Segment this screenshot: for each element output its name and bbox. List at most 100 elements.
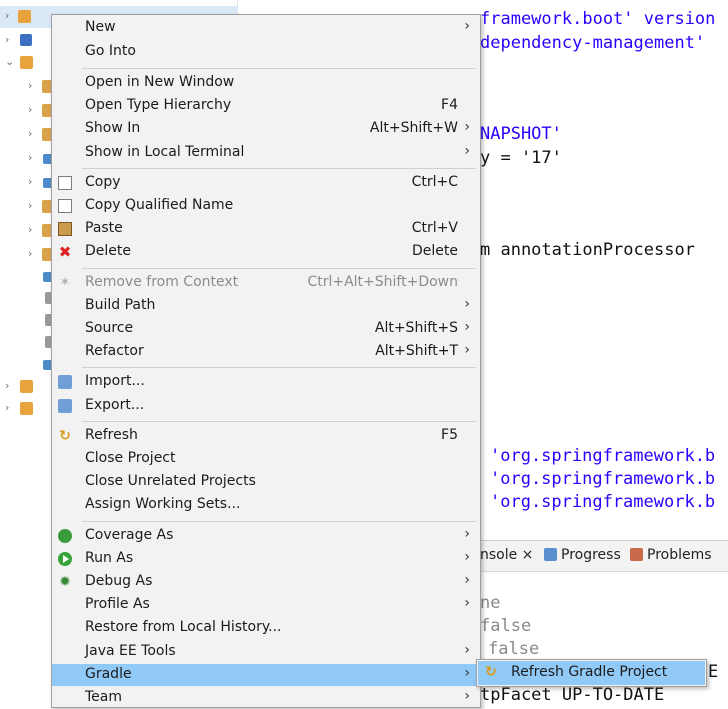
menu-separator [82, 68, 476, 69]
menu-item-shortcut: Delete [412, 243, 458, 260]
expand-arrow-icon[interactable]: › [5, 9, 9, 22]
menu-item-label: Paste [85, 220, 123, 237]
menu-item-open-type-hierarchy[interactable]: Open Type Hierarchy F4 [52, 95, 480, 117]
menu-item-label: Copy [85, 173, 121, 190]
menu-item-gradle[interactable]: Gradle › [52, 663, 480, 686]
expand-arrow-icon[interactable]: › [5, 379, 9, 392]
expand-arrow-icon[interactable]: › [5, 401, 9, 414]
menu-item-show-in[interactable]: Show In Alt+Shift+W › [52, 118, 480, 140]
code-line: 'org.springframework.b [490, 492, 716, 512]
expand-arrow-icon[interactable]: › [28, 175, 32, 188]
menu-item-restore-from-local-history[interactable]: Restore from Local History... [52, 617, 480, 639]
menu-item-label: Build Path [85, 296, 156, 313]
expand-arrow-icon[interactable]: › [28, 127, 32, 140]
menu-item-paste[interactable]: Paste Ctrl+V [52, 218, 480, 240]
expand-arrow-icon[interactable]: › [28, 247, 32, 260]
code-line: dependency-management' [480, 33, 706, 53]
menu-item-shortcut: Alt+Shift+S [374, 320, 458, 336]
menu-item-label: Refactor [85, 343, 144, 360]
menu-item-export[interactable]: Export... [52, 395, 480, 417]
menu-item-remove-from-context: ✶ Remove from Context Ctrl+Alt+Shift+Down [52, 272, 480, 294]
expand-arrow-icon[interactable]: › [28, 199, 32, 212]
menu-item-build-path[interactable]: Build Path › [52, 295, 480, 317]
expand-arrow-icon[interactable]: › [28, 79, 32, 92]
menu-item-copy[interactable]: Copy Ctrl+C [52, 172, 480, 194]
menu-item-label: Refresh [85, 426, 138, 443]
menu-item-debug-as[interactable]: ✹ Debug As › [52, 571, 480, 593]
submenu-arrow-icon: › [464, 119, 470, 136]
menu-item-import[interactable]: Import... [52, 371, 480, 393]
menu-item-team[interactable]: Team › [52, 687, 480, 709]
menu-item-shortcut: F5 [441, 426, 458, 443]
tab-progress-label: Progress [561, 547, 621, 563]
menu-item-go-into[interactable]: Go Into [52, 41, 480, 63]
menu-item-label: Java EE Tools [85, 642, 176, 659]
menu-item-label: Coverage As [85, 526, 174, 543]
copy-icon [58, 175, 72, 190]
submenu-arrow-icon: › [464, 641, 470, 658]
menu-item-shortcut: Ctrl+Alt+Shift+Down [307, 273, 458, 290]
expand-arrow-icon[interactable]: › [5, 33, 9, 46]
menu-item-label: Close Project [85, 450, 176, 466]
submenu-arrow-icon: › [464, 18, 470, 34]
menu-item-label: Restore from Local History... [85, 619, 282, 636]
menu-separator [82, 167, 476, 169]
console-line: false [488, 639, 540, 659]
menu-item-source[interactable]: Source Alt+Shift+S › [52, 318, 480, 340]
submenu-arrow-icon: › [464, 595, 470, 612]
menu-item-close-unrelated-projects[interactable]: Close Unrelated Projects [52, 471, 480, 493]
console-line: E [708, 662, 719, 682]
menu-separator [82, 367, 476, 369]
tab-problems[interactable]: Problems [630, 547, 712, 563]
menu-item-shortcut: F4 [441, 97, 458, 114]
project-icon [20, 402, 33, 415]
copy-qualified-icon [58, 199, 72, 213]
menu-item-shortcut: Ctrl+V [411, 220, 458, 237]
menu-item-shortcut: Alt+Shift+W [369, 120, 458, 137]
project-icon [18, 10, 31, 23]
menu-item-label: Close Unrelated Projects [85, 473, 256, 490]
menu-item-label: Delete [85, 243, 131, 260]
menu-item-copy-qualified-name[interactable]: Copy Qualified Name [52, 195, 480, 217]
gradle-submenu: ↻ Refresh Gradle Project [476, 659, 707, 687]
menu-item-shortcut: Ctrl+C [411, 173, 458, 190]
code-line: y = '17' [480, 148, 562, 168]
menu-item-refresh[interactable]: ↻ Refresh F5 [52, 425, 480, 447]
menu-item-java-ee-tools[interactable]: Java EE Tools › [52, 641, 480, 663]
submenu-arrow-icon: › [464, 548, 470, 565]
code-line: m annotationProcessor [480, 240, 695, 260]
menu-item-delete[interactable]: ✖ Delete Delete [52, 241, 480, 263]
menu-item-close-project[interactable]: Close Project [52, 448, 480, 470]
menu-item-run-as[interactable]: Run As › [52, 548, 480, 570]
expand-arrow-icon[interactable]: › [28, 103, 32, 116]
expand-arrow-icon[interactable]: › [28, 151, 32, 164]
menu-item-open-in-new-window[interactable]: Open in New Window [52, 72, 480, 94]
remove-context-icon: ✶ [59, 274, 71, 290]
menu-item-assign-working-sets[interactable]: Assign Working Sets... [52, 494, 480, 516]
submenu-arrow-icon: › [464, 142, 470, 159]
menu-item-new[interactable]: New › [52, 17, 480, 39]
submenu-arrow-icon: › [464, 342, 470, 359]
tab-console[interactable]: nsole × [480, 547, 533, 563]
project-icon [20, 56, 33, 69]
menu-item-label: Show In [85, 120, 141, 137]
menu-item-show-in-local-terminal[interactable]: Show in Local Terminal › [52, 142, 480, 164]
context-menu: New › Go Into Open in New Window Open Type H… [51, 14, 481, 708]
menu-item-label: Copy Qualified Name [85, 197, 234, 213]
menu-item-label: Remove from Context [85, 273, 239, 290]
menu-item-label: New [85, 19, 116, 35]
submenu-arrow-icon: › [464, 525, 470, 542]
refresh-gradle-project-item[interactable]: ↻ Refresh Gradle Project [478, 661, 705, 685]
tab-problems-label: Problems [647, 547, 712, 563]
menu-item-refactor[interactable]: Refactor Alt+Shift+T › [52, 341, 480, 363]
menu-separator [82, 520, 476, 522]
menu-item-label: Open Type Hierarchy [85, 97, 232, 114]
progress-icon [544, 548, 557, 561]
menu-item-coverage-as[interactable]: Coverage As › [52, 525, 480, 547]
tab-progress[interactable]: Progress [544, 547, 621, 563]
collapse-arrow-icon[interactable]: ⌄ [5, 55, 14, 68]
menu-item-profile-as[interactable]: Profile As › [52, 594, 480, 616]
console-line: ne [480, 593, 501, 613]
menu-item-label: Debug As [85, 573, 153, 589]
expand-arrow-icon[interactable]: › [28, 223, 32, 236]
